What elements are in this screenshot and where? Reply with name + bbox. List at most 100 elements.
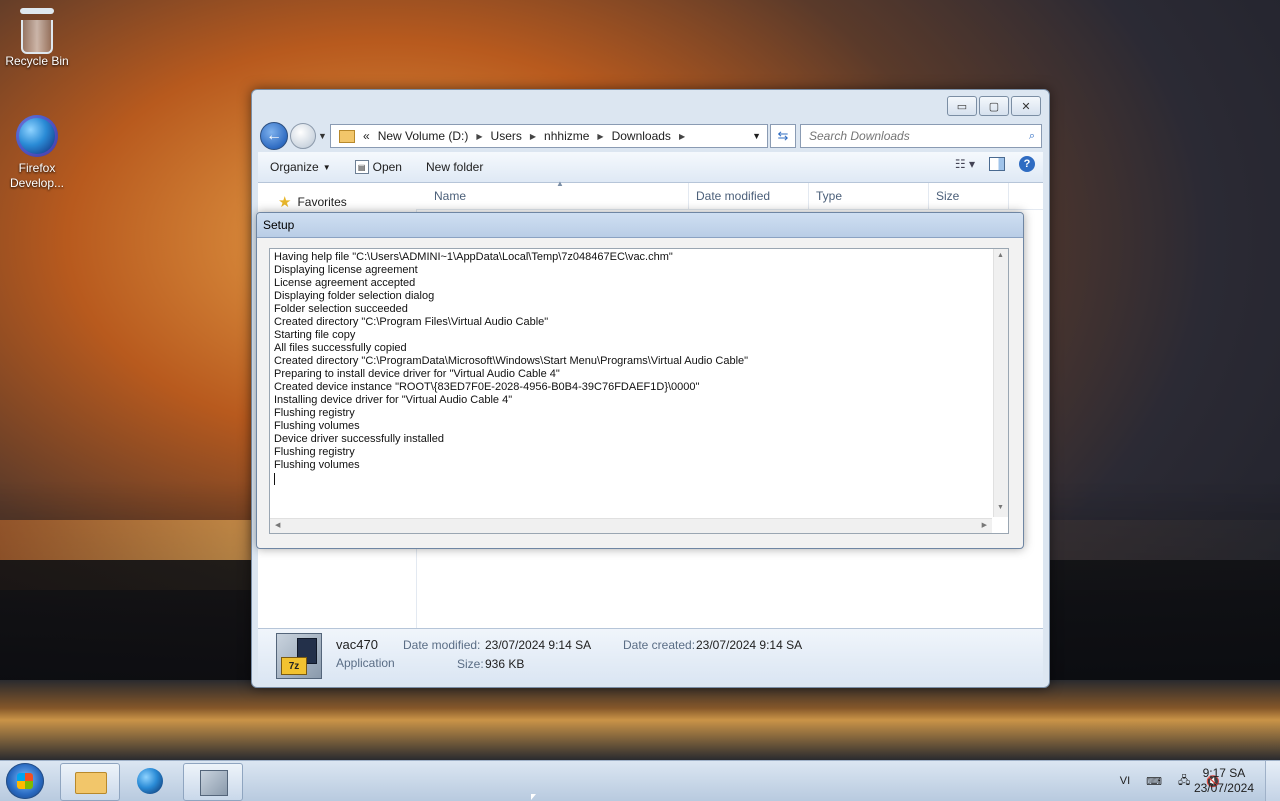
search-input[interactable] <box>807 128 1021 144</box>
log-line: Displaying folder selection dialog <box>274 290 435 302</box>
mouse-cursor <box>531 794 536 800</box>
file-name: vac470 <box>336 637 378 652</box>
log-line: Starting file copy <box>274 329 356 341</box>
size-label: Size: <box>457 657 484 671</box>
setup-icon <box>200 770 228 796</box>
organize-button[interactable]: Organize ▼ <box>258 160 343 174</box>
new-folder-button[interactable]: New folder <box>414 160 495 174</box>
breadcrumb-overflow[interactable]: « <box>363 129 370 143</box>
search-icon[interactable]: ⌕ <box>1029 130 1035 143</box>
desktop-icon-recycle-bin[interactable]: Recycle Bin <box>2 8 72 69</box>
scroll-down-icon[interactable]: ▼ <box>997 504 1004 511</box>
column-headers: ▲ Name Date modified Type Size <box>416 179 1043 210</box>
scroll-right-icon[interactable]: ▶ <box>982 521 987 529</box>
log-line: Created device instance "ROOT\{83ED7F0E-… <box>274 381 700 393</box>
chevron-right-icon[interactable]: ▶ <box>597 132 603 141</box>
log-line: Preparing to install device driver for "… <box>274 368 560 380</box>
folder-icon <box>339 129 355 143</box>
firefox-icon <box>137 768 163 794</box>
scroll-up-icon[interactable]: ▲ <box>997 252 1004 259</box>
address-bar[interactable]: « New Volume (D:) ▶ Users ▶ nhhizme ▶ Do… <box>330 124 768 148</box>
date-created-label: Date created: <box>623 638 696 652</box>
nav-favorites[interactable]: ★ Favorites <box>278 193 347 211</box>
vertical-scrollbar[interactable]: ▲ ▼ <box>993 249 1008 517</box>
history-dropdown-icon[interactable]: ▼ <box>318 131 327 141</box>
log-line: Device driver successfully installed <box>274 433 444 445</box>
preview-pane-icon[interactable] <box>989 157 1005 171</box>
log-line: License agreement accepted <box>274 277 416 289</box>
log-line: Folder selection succeeded <box>274 303 408 315</box>
network-icon[interactable]: 🖧 <box>1178 772 1190 791</box>
desktop-icon-label: Recycle Bin <box>5 54 69 68</box>
log-lines: Having help file "C:\Users\ADMINI~1\AppD… <box>274 251 992 515</box>
recycle-bin-icon <box>16 8 58 54</box>
language-indicator[interactable]: VI <box>1120 775 1130 787</box>
breadcrumb-item[interactable]: Users <box>491 129 522 143</box>
log-line: Displaying license agreement <box>274 264 418 276</box>
forward-button[interactable] <box>290 123 316 149</box>
log-line: Created directory "C:\ProgramData\Micros… <box>274 355 749 367</box>
search-box[interactable]: ⌕ <box>800 124 1042 148</box>
log-line: Installing device driver for "Virtual Au… <box>274 394 513 406</box>
column-name[interactable]: Name <box>434 189 466 203</box>
clock-time: 9:17 SA <box>1202 766 1246 780</box>
clock[interactable]: 9:17 SA 23/07/2024 <box>1194 766 1254 796</box>
chevron-right-icon[interactable]: ▶ <box>679 132 685 141</box>
setup-title: Setup <box>257 213 1023 238</box>
text-caret <box>274 473 275 485</box>
column-date-modified[interactable]: Date modified <box>696 189 770 203</box>
taskbar: VI ⌨ 🖧 🔇 9:17 SA 23/07/2024 <box>0 760 1280 801</box>
breadcrumb-item[interactable]: Downloads <box>612 129 671 143</box>
column-size[interactable]: Size <box>936 189 959 203</box>
log-line: Flushing registry <box>274 407 355 419</box>
scroll-left-icon[interactable]: ◀ <box>275 521 280 529</box>
open-label: Open <box>372 160 402 174</box>
breadcrumb-item[interactable]: nhhizme <box>544 129 589 143</box>
open-button[interactable]: ▤ Open <box>343 160 414 174</box>
taskbar-firefox[interactable] <box>121 763 179 799</box>
log-line: Flushing volumes <box>274 420 360 432</box>
new-folder-label: New folder <box>425 160 484 174</box>
start-button[interactable] <box>6 763 44 799</box>
back-button[interactable]: ← <box>260 122 288 150</box>
setup-log[interactable]: Having help file "C:\Users\ADMINI~1\AppD… <box>269 248 1009 534</box>
change-view-icon[interactable]: ☷ ▾ <box>955 157 975 171</box>
date-created-value: 23/07/2024 9:14 SA <box>696 638 803 652</box>
help-icon[interactable]: ? <box>1019 156 1035 172</box>
chevron-right-icon[interactable]: ▶ <box>530 132 536 141</box>
archive-badge: 7z <box>281 657 307 675</box>
command-bar: Organize ▼ ▤ Open New folder ☷ ▾ ? <box>258 152 1043 183</box>
taskbar-explorer[interactable] <box>60 763 120 801</box>
chevron-down-icon[interactable]: ▼ <box>752 131 761 141</box>
clock-date: 23/07/2024 <box>1193 781 1254 795</box>
windows-logo-icon <box>17 773 33 789</box>
nav-favorites-label: Favorites <box>297 195 347 209</box>
column-type[interactable]: Type <box>816 189 842 203</box>
horizontal-scrollbar[interactable]: ◀ ▶ <box>270 518 992 533</box>
application-icon: 7z <box>276 633 322 679</box>
firefox-icon <box>16 115 58 157</box>
setup-dialog: Setup Having help file "C:\Users\ADMINI~… <box>256 212 1024 549</box>
chevron-down-icon: ▼ <box>322 162 331 172</box>
folder-icon <box>75 772 107 794</box>
keyboard-icon[interactable]: ⌨ <box>1146 775 1162 788</box>
show-desktop-button[interactable] <box>1265 761 1280 801</box>
chevron-right-icon[interactable]: ▶ <box>476 132 482 141</box>
close-button[interactable]: ✕ <box>1011 96 1041 116</box>
arrow-left-icon: ← <box>266 127 282 144</box>
log-line: Flushing volumes <box>274 459 360 471</box>
minimize-button[interactable]: ▭ <box>947 96 977 116</box>
log-line: Flushing registry <box>274 446 355 458</box>
star-icon: ★ <box>278 194 292 211</box>
taskbar-setup[interactable] <box>183 763 243 801</box>
log-line: All files successfully copied <box>274 342 407 354</box>
breadcrumb-item[interactable]: New Volume (D:) <box>378 129 469 143</box>
refresh-icon: ⇆ <box>777 128 789 143</box>
desktop-icon-firefox[interactable]: Firefox Develop... <box>2 115 72 191</box>
file-kind: Application <box>336 656 395 670</box>
desktop-icon-label: Firefox Develop... <box>9 161 65 190</box>
organize-label: Organize <box>270 160 319 174</box>
maximize-button[interactable]: ▢ <box>979 96 1009 116</box>
refresh-button[interactable]: ⇆ <box>770 124 796 148</box>
size-value: 936 KB <box>485 657 525 671</box>
